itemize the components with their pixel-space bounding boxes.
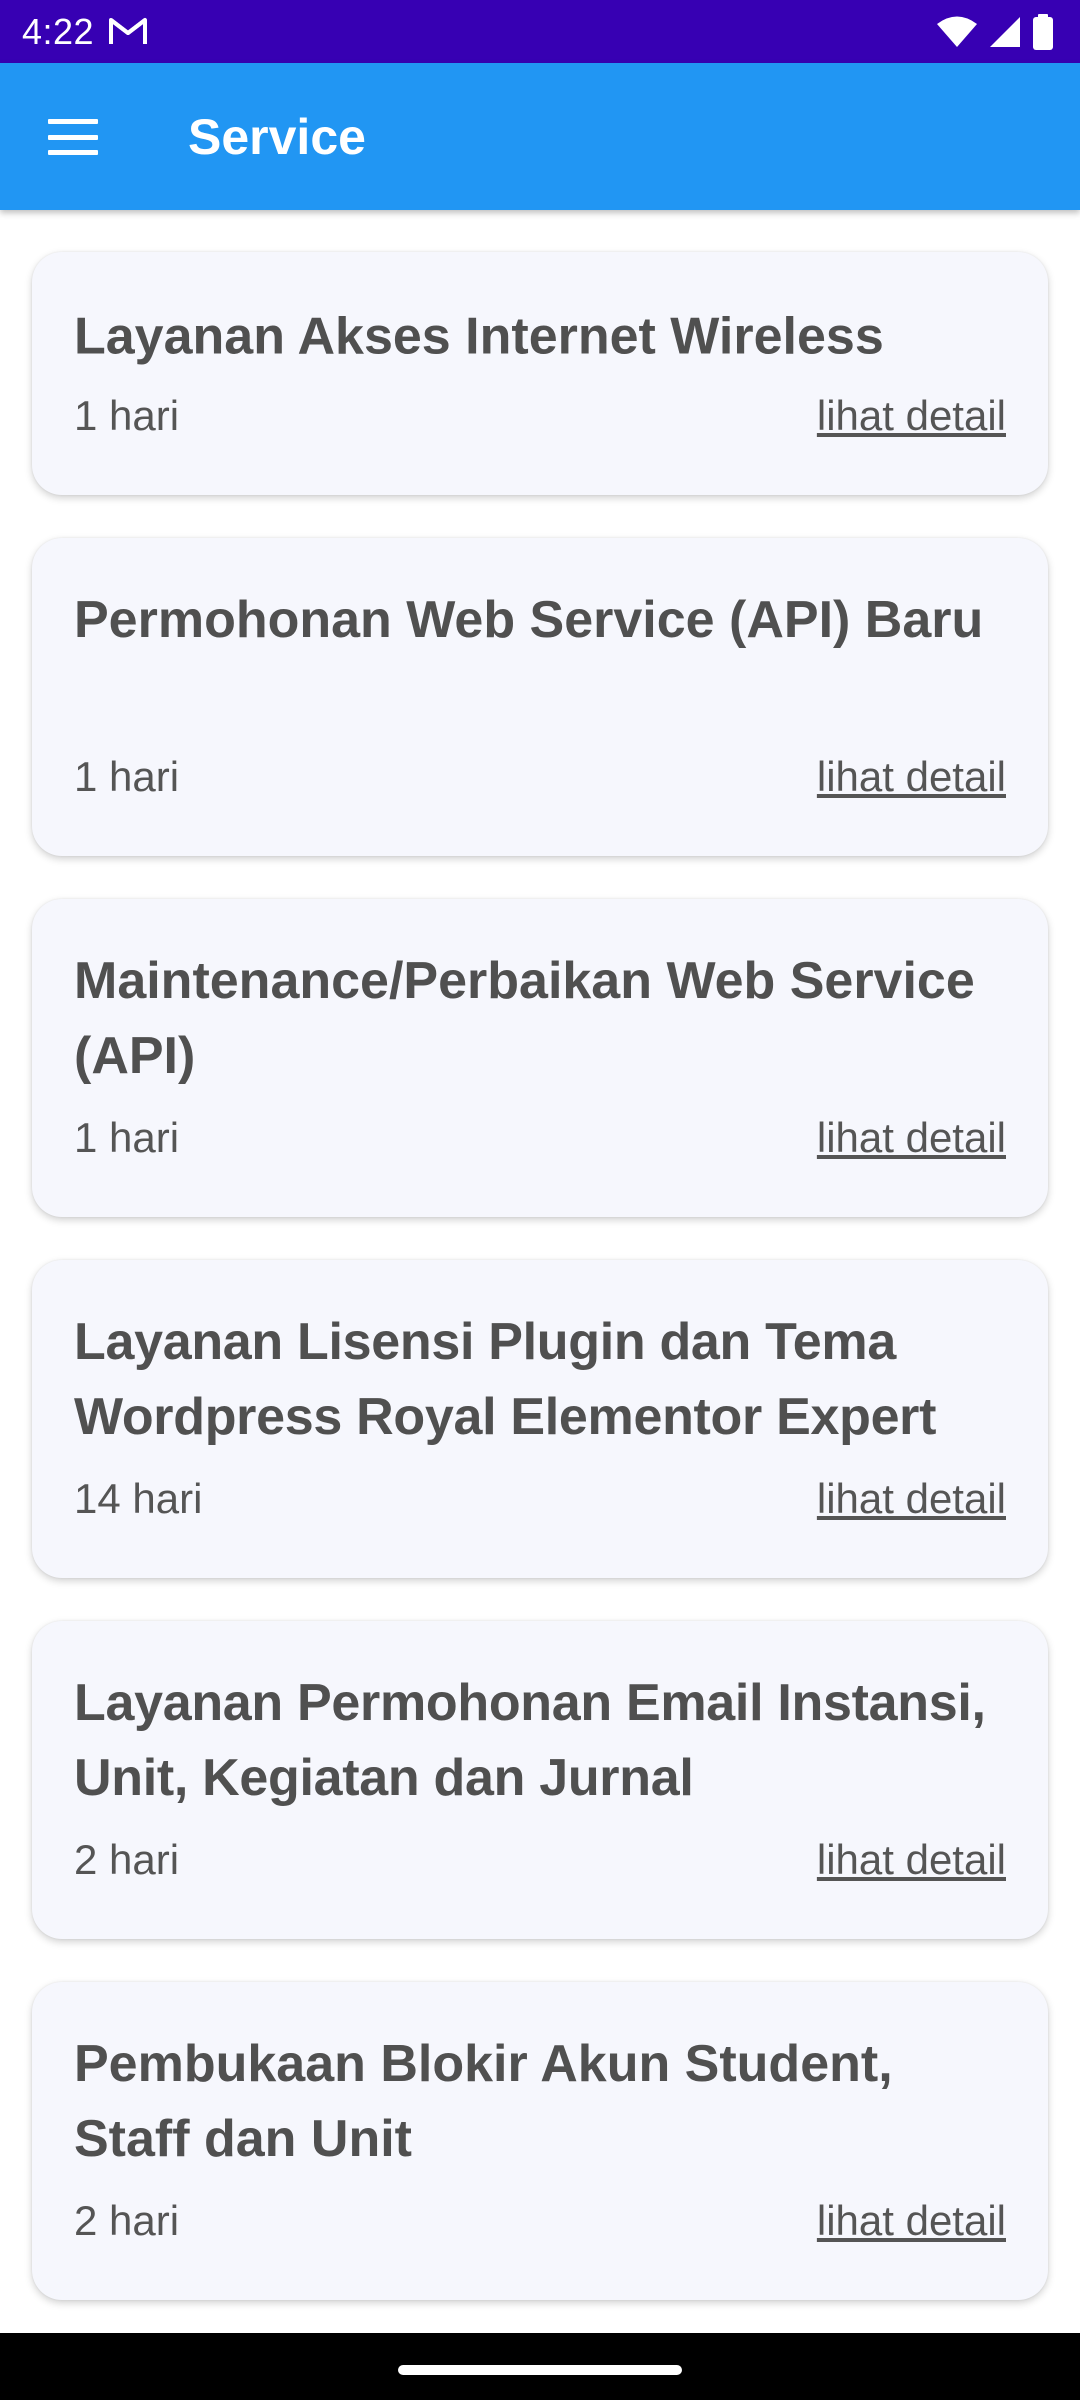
detail-link[interactable]: lihat detail bbox=[817, 391, 1006, 441]
service-title: Layanan Permohonan Email Instansi, Unit,… bbox=[74, 1674, 986, 1807]
screen: 4:22 Service Layanan Akses Internet Wire… bbox=[0, 0, 1080, 2400]
hamburger-menu-icon bbox=[48, 119, 98, 155]
service-list: Layanan Akses Internet Wireless 1 hari l… bbox=[0, 210, 1080, 2333]
detail-link[interactable]: lihat detail bbox=[817, 752, 1006, 802]
service-card[interactable]: Layanan Lisensi Plugin dan Tema Wordpres… bbox=[32, 1260, 1048, 1578]
gmail-icon bbox=[109, 18, 147, 44]
service-card[interactable]: Maintenance/Perbaikan Web Service (API) … bbox=[32, 899, 1048, 1217]
detail-link[interactable]: lihat detail bbox=[817, 1113, 1006, 1163]
service-title: Layanan Akses Internet Wireless bbox=[74, 307, 884, 366]
battery-icon bbox=[1033, 14, 1053, 50]
service-duration: 2 hari bbox=[74, 2197, 180, 2244]
service-title: Layanan Lisensi Plugin dan Tema Wordpres… bbox=[74, 1313, 937, 1446]
service-card[interactable]: Pembukaan Blokir Akun Student, Staff dan… bbox=[32, 1982, 1048, 2300]
status-icons bbox=[936, 12, 1054, 52]
service-card[interactable]: Layanan Permohonan Email Instansi, Unit,… bbox=[32, 1621, 1048, 1939]
app-bar: Service bbox=[0, 63, 1080, 210]
service-duration: 1 hari bbox=[74, 753, 180, 800]
page-title: Service bbox=[188, 109, 366, 165]
wifi-icon bbox=[937, 16, 977, 47]
status-bar: 4:22 bbox=[0, 0, 1080, 63]
detail-link[interactable]: lihat detail bbox=[817, 1474, 1006, 1524]
signal-icon bbox=[990, 17, 1020, 47]
system-nav-bar bbox=[0, 2333, 1080, 2400]
service-card[interactable]: Layanan Akses Internet Wireless 1 hari l… bbox=[32, 252, 1048, 495]
detail-link[interactable]: lihat detail bbox=[817, 1835, 1006, 1885]
service-duration: 1 hari bbox=[74, 1114, 180, 1161]
service-card[interactable]: Permohonan Web Service (API) Baru 1 hari… bbox=[32, 538, 1048, 856]
home-indicator[interactable] bbox=[398, 2365, 682, 2375]
service-duration: 14 hari bbox=[74, 1475, 203, 1522]
menu-button[interactable] bbox=[30, 101, 116, 173]
service-title: Maintenance/Perbaikan Web Service (API) bbox=[74, 952, 975, 1085]
service-duration: 2 hari bbox=[74, 1836, 180, 1883]
service-duration: 1 hari bbox=[74, 392, 180, 439]
service-title: Permohonan Web Service (API) Baru bbox=[74, 591, 984, 649]
status-time: 4:22 bbox=[22, 11, 95, 52]
service-title: Pembukaan Blokir Akun Student, Staff dan… bbox=[74, 2035, 893, 2168]
detail-link[interactable]: lihat detail bbox=[817, 2196, 1006, 2246]
